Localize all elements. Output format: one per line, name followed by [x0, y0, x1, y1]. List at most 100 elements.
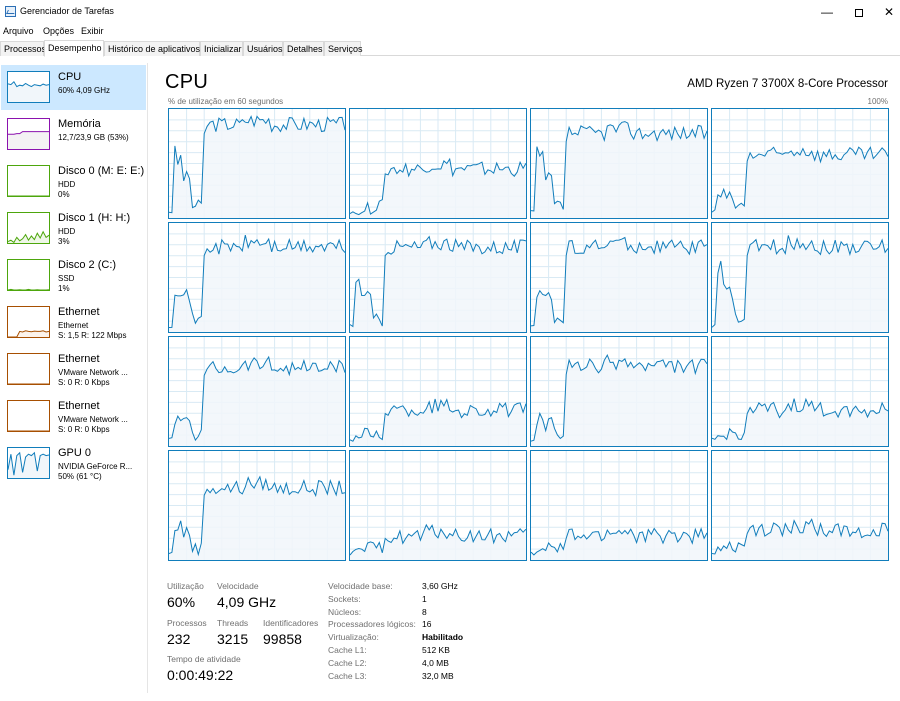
- core-graph-3: [530, 108, 708, 219]
- sidebar-thumbnail-graph: [7, 447, 50, 479]
- core-graph-6: [349, 222, 527, 333]
- sidebar-item-label: Memória: [58, 118, 101, 130]
- minimize-icon: —: [821, 5, 833, 19]
- cpu-panel: CPU AMD Ryzen 7 3700X 8-Core Processor %…: [148, 63, 900, 693]
- sidebar-item-detail: 60% 4,09 GHz: [58, 86, 111, 95]
- window-title: Gerenciador de Tarefas: [20, 6, 114, 16]
- sidebar-item-6[interactable]: Ethernet Ethernet S: 1,5 R: 122 Mbps: [1, 300, 146, 345]
- tab-desempenho[interactable]: Desempenho: [44, 40, 104, 57]
- sidebar-thumbnail-graph: [7, 212, 50, 244]
- usage-area: [531, 121, 707, 218]
- sidebar-item-detail: Ethernet: [58, 321, 89, 330]
- usage-area: [169, 116, 345, 218]
- tab-bar: Processos Desempenho Histórico de aplica…: [0, 40, 900, 57]
- detail-value: 1: [422, 593, 427, 604]
- graph-max-label: 100%: [867, 97, 888, 106]
- sidebar-thumbnail-graph: [7, 259, 50, 291]
- core-graph-10: [349, 336, 527, 447]
- detail-label: Processadores lógicos:: [328, 619, 416, 630]
- sidebar-item-4[interactable]: Disco 1 (H: H:) HDD 3%: [1, 206, 146, 251]
- menu-exibir[interactable]: Exibir: [81, 26, 104, 36]
- sidebar-item-value: S: 1,5 R: 122 Mbps: [58, 331, 127, 340]
- menu-opcoes[interactable]: Opções: [43, 26, 74, 36]
- core-graph-8: [711, 222, 889, 333]
- processos-value: 232: [167, 631, 191, 647]
- tab-processos[interactable]: Processos: [0, 41, 46, 56]
- sidebar-thumbnail-graph: [7, 353, 50, 385]
- usage-area: [169, 235, 345, 332]
- sidebar-item-label: Ethernet: [58, 400, 100, 412]
- sidebar-thumbnail-graph: [7, 165, 50, 197]
- menu-arquivo[interactable]: Arquivo: [3, 26, 34, 36]
- processos-label: Processos: [167, 618, 207, 628]
- sidebar-item-detail: NVIDIA GeForce R...: [58, 462, 133, 471]
- sidebar-item-3[interactable]: Disco 0 (M: E: E:) HDD 0%: [1, 159, 146, 204]
- sidebar-item-1[interactable]: CPU 60% 4,09 GHz: [1, 65, 146, 110]
- sidebar-item-detail: 12,7/23,9 GB (53%): [58, 133, 129, 142]
- sidebar-thumbnail-graph: [7, 306, 50, 338]
- sidebar-item-5[interactable]: Disco 2 (C:) SSD 1%: [1, 253, 146, 298]
- core-graph-7: [530, 222, 708, 333]
- detail-label: Velocidade base:: [328, 581, 393, 591]
- core-graph-11: [530, 336, 708, 447]
- usage-area: [531, 355, 707, 446]
- performance-sidebar: CPU 60% 4,09 GHz Memória 12,7/23,9 GB (53%)…: [0, 63, 148, 693]
- title-bar: Gerenciador de Tarefas — ✕: [0, 0, 900, 24]
- sidebar-thumbnail-graph: [7, 118, 50, 150]
- close-button[interactable]: ✕: [872, 0, 900, 24]
- detail-label: Cache L1:: [328, 645, 367, 655]
- sidebar-item-label: Disco 0 (M: E: E:): [58, 165, 145, 177]
- sidebar-item-label: GPU 0: [58, 447, 92, 459]
- minimize-button[interactable]: —: [810, 0, 844, 24]
- core-graph-15: [530, 450, 708, 561]
- tab-detalhes[interactable]: Detalhes: [283, 41, 324, 56]
- sidebar-item-label: Ethernet: [58, 306, 100, 318]
- sidebar-item-2[interactable]: Memória 12,7/23,9 GB (53%): [1, 112, 146, 157]
- detail-label: Cache L3:: [328, 670, 367, 681]
- sidebar-item-9[interactable]: GPU 0 NVIDIA GeForce R... 50% (61 °C): [1, 441, 146, 486]
- tab-historico[interactable]: Histórico de aplicativos: [104, 41, 200, 56]
- velocidade-label: Velocidade: [217, 581, 259, 591]
- detail-label: Cache L2:: [328, 657, 367, 668]
- tab-usuarios[interactable]: Usuários: [243, 41, 283, 56]
- detail-value: 3,60 GHz: [422, 581, 458, 591]
- core-graph-16: [711, 450, 889, 561]
- sidebar-item-detail: SSD: [58, 274, 75, 283]
- sidebar-thumbnail-graph: [7, 71, 50, 103]
- core-graph-12: [711, 336, 889, 447]
- close-icon: ✕: [883, 5, 895, 19]
- sidebar-item-label: Disco 1 (H: H:): [58, 212, 131, 224]
- sidebar-item-value: S: 0 R: 0 Kbps: [58, 425, 110, 434]
- sparkline: [8, 288, 49, 290]
- tab-inicializar[interactable]: Inicializar: [200, 41, 243, 56]
- core-graph-9: [168, 336, 346, 447]
- detail-value: Habilitado: [422, 632, 464, 643]
- sidebar-item-7[interactable]: Ethernet VMware Network ... S: 0 R: 0 Kbps: [1, 347, 146, 392]
- page-title: CPU: [165, 71, 209, 93]
- core-graph-5: [168, 222, 346, 333]
- detail-label: Virtualização:: [328, 632, 379, 643]
- menu-bar: Arquivo Opções Exibir: [0, 24, 900, 39]
- velocidade-value: 4,09 GHz: [217, 594, 277, 610]
- usage-area: [531, 528, 707, 560]
- sidebar-item-detail: HDD: [58, 180, 76, 189]
- sidebar-item-8[interactable]: Ethernet VMware Network ... S: 0 R: 0 Kbps: [1, 394, 146, 439]
- identificadores-value: 99858: [263, 631, 302, 647]
- usage-area: [350, 236, 526, 332]
- sidebar-item-value: 1%: [58, 284, 70, 293]
- tempo-atividade-value: 0:00:49:22: [167, 667, 234, 683]
- detail-value: 8: [422, 606, 427, 617]
- sidebar-item-value: S: 0 R: 0 Kbps: [58, 378, 110, 387]
- sidebar-item-value: 3%: [58, 237, 70, 246]
- usage-area: [712, 235, 888, 332]
- detail-value: 32,0 MB: [422, 670, 454, 681]
- maximize-button[interactable]: [842, 0, 876, 24]
- usage-area: [169, 476, 345, 560]
- detail-value: 16: [422, 619, 432, 630]
- identificadores-label: Identificadores: [263, 618, 319, 628]
- utilizacao-label: Utilização: [167, 581, 204, 591]
- threads-value: 3215: [217, 631, 249, 647]
- sidebar-item-detail: VMware Network ...: [58, 415, 128, 424]
- tab-servicos[interactable]: Serviços: [324, 41, 363, 56]
- maximize-icon: [855, 8, 863, 17]
